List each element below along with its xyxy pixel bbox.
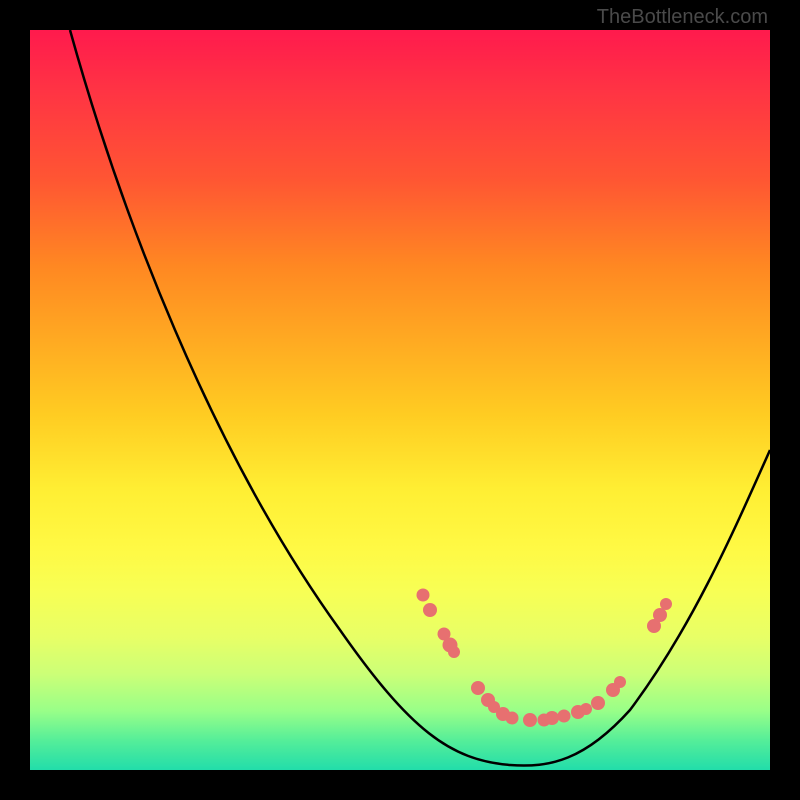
data-point: [523, 713, 537, 727]
bottleneck-curve: [70, 30, 770, 766]
data-point: [506, 712, 519, 725]
data-point: [614, 676, 626, 688]
data-point: [580, 703, 592, 715]
data-point: [471, 681, 485, 695]
data-point: [423, 603, 437, 617]
watermark-text: TheBottleneck.com: [597, 6, 768, 29]
data-point: [545, 711, 559, 725]
plot-area: [30, 30, 770, 770]
data-point: [558, 710, 571, 723]
data-point: [653, 608, 667, 622]
data-point: [660, 598, 672, 610]
data-point: [591, 696, 605, 710]
data-point: [417, 589, 430, 602]
chart-svg: [30, 30, 770, 770]
chart-container: TheBottleneck.com: [0, 0, 800, 800]
data-point: [448, 646, 460, 658]
